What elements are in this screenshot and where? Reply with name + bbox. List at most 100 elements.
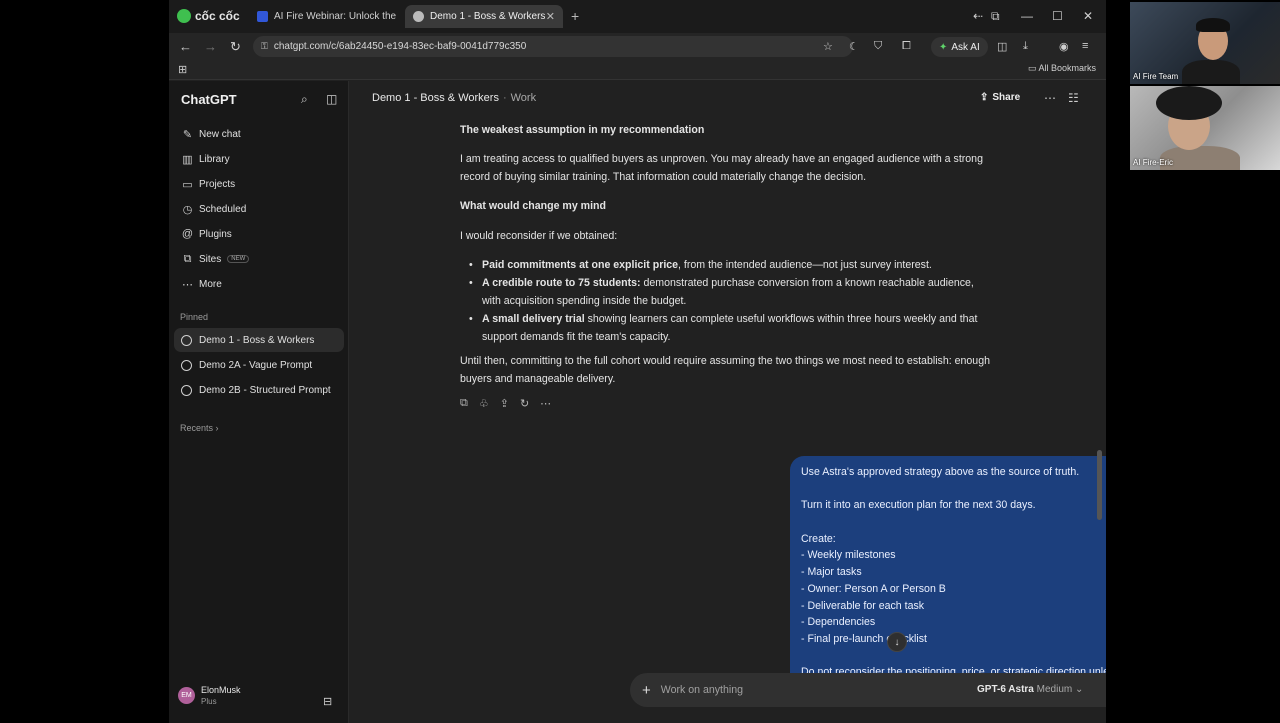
sidebar-item-scheduled[interactable]: ◷ Scheduled xyxy=(174,197,344,221)
shield-icon xyxy=(257,11,268,22)
close-tab-icon[interactable]: ✕ xyxy=(546,10,555,23)
sidebar-item-plugins[interactable]: @ Plugins xyxy=(174,222,344,246)
folder-icon: ▭ xyxy=(182,178,193,191)
chatgpt-logo[interactable]: ChatGPT xyxy=(181,92,237,107)
ask-ai-button[interactable]: ✦ Ask AI xyxy=(931,37,988,57)
sidebar-item-label: New chat xyxy=(199,128,241,140)
assistant-bullet: A small delivery trial showing learners … xyxy=(466,310,990,346)
user-message-line: Turn it into an execution plan for the n… xyxy=(801,499,1036,512)
sidebar-item-more[interactable]: ⋯ More xyxy=(174,272,344,296)
browser-window: cốc cốc AI Fire Webinar: Unlock the full… xyxy=(169,0,1106,723)
pinned-chat-demo2a[interactable]: Demo 2A - Vague Prompt xyxy=(174,353,344,377)
user-message-line: Create: xyxy=(801,532,836,545)
sidebar-item-library[interactable]: ▥ Library xyxy=(174,147,344,171)
split-view-icon[interactable]: ◫ xyxy=(997,40,1007,53)
bookmark-star-icon[interactable]: ☆ xyxy=(823,40,833,53)
user-message-line: - Final pre-launch checklist xyxy=(801,633,927,645)
assistant-heading: The weakest assumption in my recommendat… xyxy=(460,124,705,136)
sidebar-toggle-icon[interactable]: ◫ xyxy=(326,92,337,106)
scroll-down-button[interactable]: ↓ xyxy=(887,632,907,652)
pinned-chat-demo2b[interactable]: Demo 2B - Structured Prompt xyxy=(174,378,344,402)
assistant-bullet: Paid commitments at one explicit price, … xyxy=(466,256,990,274)
sidebar-item-label: More xyxy=(199,278,222,290)
clock-icon: ◷ xyxy=(182,203,193,216)
chat-title[interactable]: Demo 1 - Boss & Workers xyxy=(372,92,499,104)
minimize-button[interactable]: — xyxy=(1021,9,1033,23)
message-actions: ⧉ ♧ ⇪ ↻ ⋯ xyxy=(460,397,551,410)
dark-mode-icon[interactable]: ☾ xyxy=(849,40,859,53)
share-button[interactable]: ⇪ Share xyxy=(980,92,1020,103)
sidebar-item-sites[interactable]: ⧉ Sites NEW xyxy=(174,247,344,271)
forward-button[interactable]: → xyxy=(204,39,217,54)
bullet-bold: A small delivery trial xyxy=(482,313,585,325)
menu-icon[interactable]: ≡ xyxy=(1082,40,1088,52)
screenshot-icon[interactable]: ⧉ xyxy=(991,9,1000,24)
pinned-chat-label: Demo 2B - Structured Prompt xyxy=(199,384,331,396)
share-label: Share xyxy=(992,92,1021,103)
maximize-button[interactable]: ☐ xyxy=(1052,9,1063,23)
assistant-paragraph: I would reconsider if we obtained: xyxy=(460,230,618,242)
sidebar-item-projects[interactable]: ▭ Projects xyxy=(174,172,344,196)
avatar: EM xyxy=(178,687,195,704)
video-label: AI Fire Team xyxy=(1133,72,1179,81)
shield-icon[interactable]: ⛉ xyxy=(874,40,882,53)
close-window-button[interactable]: ✕ xyxy=(1083,9,1093,23)
user-message-line: - Major tasks xyxy=(801,566,862,579)
more-icon[interactable]: ⋯ xyxy=(540,397,551,410)
more-options-icon[interactable]: ⋯ xyxy=(1044,91,1056,105)
apps-grid-icon[interactable]: ⊞ xyxy=(178,63,187,76)
new-tab-button[interactable]: + xyxy=(571,8,579,24)
sparkle-icon: ✦ xyxy=(939,41,948,53)
pinned-chat-demo1[interactable]: Demo 1 - Boss & Workers xyxy=(174,328,344,352)
tab-demo1[interactable]: Demo 1 - Boss & Workers ✕ xyxy=(405,5,563,28)
user-plan: Plus xyxy=(201,697,217,706)
chat-circle-icon xyxy=(181,359,192,371)
page-scrollbar[interactable] xyxy=(1097,450,1102,520)
user-message-bubble: Use Astra's approved strategy above as t… xyxy=(790,456,1106,686)
chevron-right-icon: › xyxy=(215,423,219,433)
pinned-section-label: Pinned xyxy=(180,312,209,322)
search-icon[interactable]: ⌕ xyxy=(301,92,308,107)
bullet-bold: A credible route to 75 students: xyxy=(482,277,641,289)
user-message-line: - Deliverable for each task xyxy=(801,599,925,612)
user-name: ElonMusk xyxy=(201,685,241,695)
profile-icon[interactable]: ◉ xyxy=(1059,40,1069,53)
back-button[interactable]: ← xyxy=(179,39,192,54)
chevron-down-icon: ⌄ xyxy=(1075,684,1084,695)
bullet-bold: Paid commitments at one explicit price xyxy=(482,259,679,271)
chat-circle-icon xyxy=(181,384,192,396)
share-message-icon[interactable]: ⇪ xyxy=(500,397,509,410)
edit-icon: ✎ xyxy=(182,128,193,141)
address-row: ← → ↻ ⚿ chatgpt.com/c/6ab24450-e194-83ec… xyxy=(169,33,1106,60)
user-profile[interactable]: EM ElonMusk Plus xyxy=(178,685,241,706)
extensions-icon[interactable]: ⧠ xyxy=(902,40,911,53)
back-history-icon[interactable]: ⇠ xyxy=(973,9,983,23)
recents-section[interactable]: Recents › xyxy=(180,423,219,433)
all-bookmarks-button[interactable]: ▭ All Bookmarks xyxy=(1028,63,1096,74)
pinned-chat-label: Demo 1 - Boss & Workers xyxy=(199,334,315,346)
address-bar[interactable]: ⚿ chatgpt.com/c/6ab24450-e194-83ec-baf9-… xyxy=(253,36,853,57)
download-icon[interactable]: ⤓ xyxy=(1023,40,1028,53)
video-label: AI Fire-Eric xyxy=(1133,158,1173,167)
apps-icon[interactable]: ⊟ xyxy=(323,695,332,708)
copy-icon[interactable]: ⧉ xyxy=(460,397,468,410)
regenerate-icon[interactable]: ↻ xyxy=(520,397,529,410)
model-selector[interactable]: GPT-6 Astra Medium ⌄ xyxy=(977,684,1083,695)
sidebar-item-label: Sites xyxy=(199,253,222,265)
conversation-panel-icon[interactable]: ☷ xyxy=(1068,91,1079,105)
reload-button[interactable]: ↻ xyxy=(230,39,241,55)
add-attachment-button[interactable]: + xyxy=(642,682,651,699)
browser-brand[interactable]: cốc cốc xyxy=(177,9,240,23)
sites-icon: ⧉ xyxy=(183,252,192,265)
video-tile-team: AI Fire Team xyxy=(1130,2,1280,84)
tab-webinar[interactable]: AI Fire Webinar: Unlock the full xyxy=(249,5,399,28)
prompt-input[interactable]: Work on anything xyxy=(661,684,743,696)
sidebar-item-new-chat[interactable]: ✎ New chat xyxy=(174,122,344,146)
new-badge: NEW xyxy=(227,255,250,263)
plugin-icon: @ xyxy=(181,228,194,240)
site-info-icon[interactable]: ⚿ xyxy=(261,41,268,52)
sidebar-item-label: Projects xyxy=(199,178,236,190)
project-name[interactable]: Work xyxy=(511,92,536,104)
chat-sidebar: ChatGPT ⌕ ◫ ✎ New chat ▥ Library ▭ Proje… xyxy=(169,81,349,723)
feedback-icon[interactable]: ♧ xyxy=(479,397,489,410)
